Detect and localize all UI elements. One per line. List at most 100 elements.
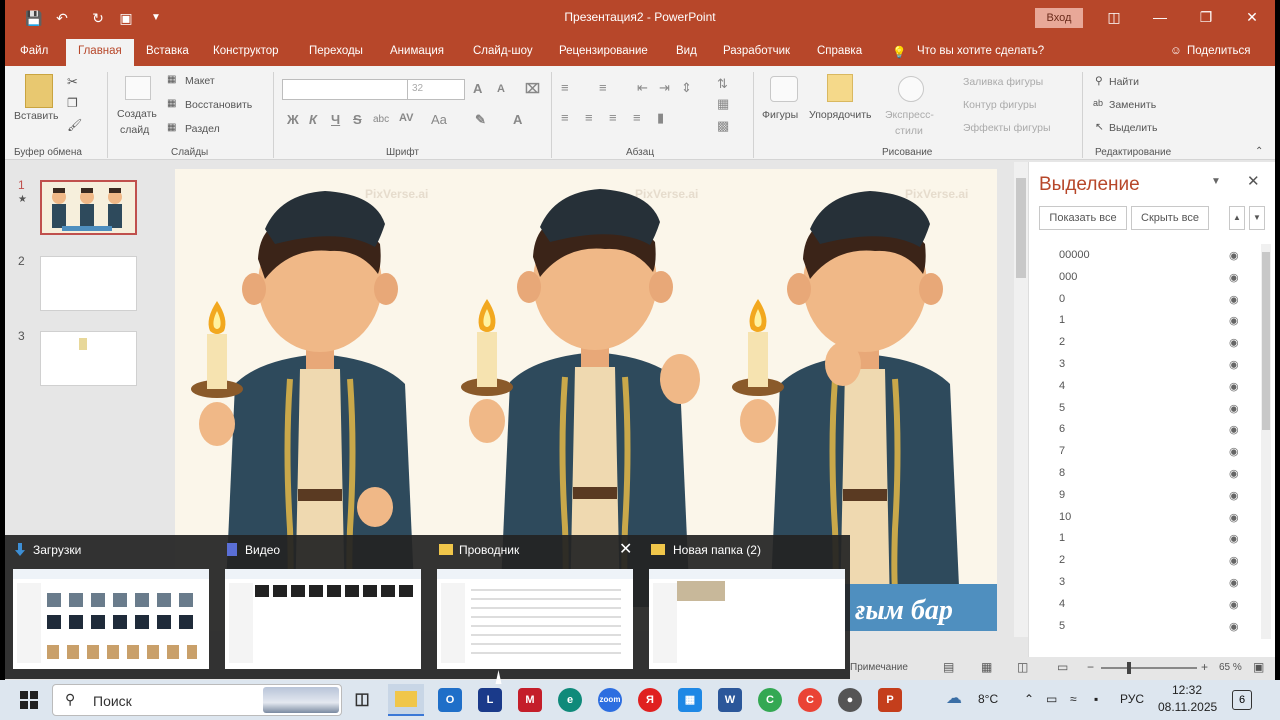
slideshow-view-icon[interactable]: ▭ (1057, 660, 1068, 674)
visibility-eye-icon[interactable]: ◉ (1229, 423, 1239, 436)
selection-item[interactable]: 3 (1059, 358, 1065, 370)
visibility-eye-icon[interactable]: ◉ (1229, 489, 1239, 502)
clock-date[interactable]: 08.11.2025 (1158, 700, 1217, 714)
quick-styles-icon[interactable] (898, 76, 924, 102)
close-icon[interactable]: ✕ (1243, 9, 1261, 26)
send-backward-icon[interactable]: ▼ (1249, 206, 1265, 230)
align-center-icon[interactable]: ≡ (585, 110, 593, 125)
new-slide-icon[interactable] (125, 76, 151, 100)
hide-all-button[interactable]: Скрыть все (1131, 206, 1209, 230)
text-direction-icon[interactable]: ⇅ (717, 76, 728, 92)
preview-downloads[interactable]: Загрузки (5, 535, 217, 679)
character-spacing-button[interactable]: AV (399, 112, 413, 124)
bold-button[interactable]: Ж (287, 112, 299, 127)
selection-item[interactable]: 3 (1059, 576, 1065, 588)
security-app-icon[interactable]: M (518, 688, 542, 712)
slide-vertical-scrollbar[interactable] (1014, 162, 1028, 637)
powerpoint-taskbar-icon[interactable]: P (878, 688, 902, 712)
explorer-taskbar-button[interactable] (388, 684, 424, 716)
scrollbar-thumb[interactable] (1262, 252, 1270, 430)
selection-item[interactable]: 4 (1059, 380, 1065, 392)
show-hidden-icons-icon[interactable]: ⌃ (1024, 692, 1034, 706)
slide-sorter-icon[interactable]: ▦ (981, 660, 992, 674)
selection-item[interactable]: 1 (1059, 532, 1065, 544)
bullets-icon[interactable]: ≡ (561, 80, 569, 95)
strikethrough-button[interactable]: S (353, 112, 362, 127)
show-all-button[interactable]: Показать все (1039, 206, 1127, 230)
change-case-button[interactable]: Aa (431, 112, 447, 127)
selection-item[interactable]: 5 (1059, 620, 1065, 632)
arrange-button[interactable]: Упорядочить (809, 109, 871, 121)
shapes-button[interactable]: Фигуры (762, 109, 798, 121)
input-language[interactable]: РУС (1120, 692, 1144, 706)
selection-item[interactable]: 2 (1059, 336, 1065, 348)
fit-to-window-icon[interactable]: ▣ (1253, 660, 1264, 674)
task-view-icon[interactable]: ◫ (350, 688, 374, 712)
columns-icon[interactable]: ▮ (657, 110, 664, 126)
font-name-dropdown[interactable] (282, 79, 408, 100)
slide-thumbnail-3[interactable] (40, 331, 137, 386)
align-right-icon[interactable]: ≡ (609, 110, 617, 125)
tab-design[interactable]: Конструктор (213, 45, 279, 57)
bring-forward-icon[interactable]: ▲ (1229, 206, 1245, 230)
preview-videos[interactable]: Видео (217, 535, 429, 679)
visibility-eye-icon[interactable]: ◉ (1229, 511, 1239, 524)
cut-icon[interactable]: ✂ (67, 74, 78, 90)
justify-icon[interactable]: ≡ (633, 110, 641, 125)
normal-view-icon[interactable]: ▤ (943, 660, 954, 674)
selection-item[interactable]: 7 (1059, 445, 1065, 457)
selection-item[interactable]: 1 (1059, 314, 1065, 326)
highlight-icon[interactable]: ✎ (475, 112, 486, 128)
italic-button[interactable]: К (309, 112, 317, 127)
selection-item[interactable]: 4 (1059, 598, 1065, 610)
wifi-icon[interactable]: ≈ (1070, 692, 1077, 706)
shape-outline-button[interactable]: Контур фигуры (963, 99, 1036, 111)
sign-in-button[interactable]: Вход (1035, 8, 1083, 28)
clear-format-icon[interactable]: ⌧ (525, 81, 540, 97)
tab-review[interactable]: Рецензирование (559, 45, 648, 57)
layout-button[interactable]: Макет (185, 75, 215, 87)
zoom-level[interactable]: 65 % (1219, 662, 1242, 673)
yandex-browser-icon[interactable]: Я (638, 688, 662, 712)
visibility-eye-icon[interactable]: ◉ (1229, 402, 1239, 415)
underline-button[interactable]: Ч (331, 112, 340, 127)
tab-transitions[interactable]: Переходы (309, 45, 363, 57)
visibility-eye-icon[interactable]: ◉ (1229, 576, 1239, 589)
selection-pane-scrollbar[interactable] (1261, 244, 1271, 639)
selection-item[interactable]: 5 (1059, 402, 1065, 414)
zoom-out-icon[interactable]: − (1087, 660, 1094, 674)
decrease-indent-icon[interactable]: ⇤ (637, 80, 648, 96)
collapse-ribbon-icon[interactable]: ⌃ (1255, 146, 1263, 157)
app-l-icon[interactable]: L (478, 688, 502, 712)
tab-help[interactable]: Справка (817, 45, 862, 57)
tab-view[interactable]: Вид (676, 45, 697, 57)
visibility-eye-icon[interactable]: ◉ (1229, 336, 1239, 349)
visibility-eye-icon[interactable]: ◉ (1229, 358, 1239, 371)
tab-animations[interactable]: Анимация (390, 45, 444, 57)
preview-explorer[interactable]: Проводник ✕ (429, 535, 641, 679)
shapes-icon[interactable] (770, 76, 798, 102)
align-left-icon[interactable]: ≡ (561, 110, 569, 125)
share-button[interactable]: Поделиться (1187, 45, 1251, 57)
visibility-eye-icon[interactable]: ◉ (1229, 532, 1239, 545)
visibility-eye-icon[interactable]: ◉ (1229, 620, 1239, 633)
font-size-dropdown[interactable]: 32 (407, 79, 465, 100)
word-icon[interactable]: W (718, 688, 742, 712)
reset-button[interactable]: Восстановить (185, 99, 252, 111)
weather-cloud-icon[interactable]: ☁ (946, 688, 962, 708)
shape-fill-button[interactable]: Заливка фигуры (963, 76, 1043, 88)
zoom-slider[interactable] (1101, 667, 1197, 669)
battery-icon[interactable]: ▭ (1046, 692, 1057, 706)
tab-slideshow[interactable]: Слайд-шоу (473, 45, 533, 57)
scrollbar-thumb[interactable] (1016, 178, 1026, 278)
reading-view-icon[interactable]: ◫ (1017, 660, 1028, 674)
share-icon[interactable]: ☺ (1170, 45, 1182, 57)
visibility-eye-icon[interactable]: ◉ (1229, 467, 1239, 480)
tab-developer[interactable]: Разработчик (723, 45, 790, 57)
font-color-icon[interactable]: A (513, 112, 522, 127)
windows-start-icon[interactable] (20, 691, 38, 709)
copy-icon[interactable]: ❐ (67, 96, 78, 110)
zoom-icon[interactable]: zoom (598, 688, 622, 712)
tab-insert[interactable]: Вставка (146, 45, 189, 57)
replace-button[interactable]: Заменить (1109, 99, 1156, 111)
